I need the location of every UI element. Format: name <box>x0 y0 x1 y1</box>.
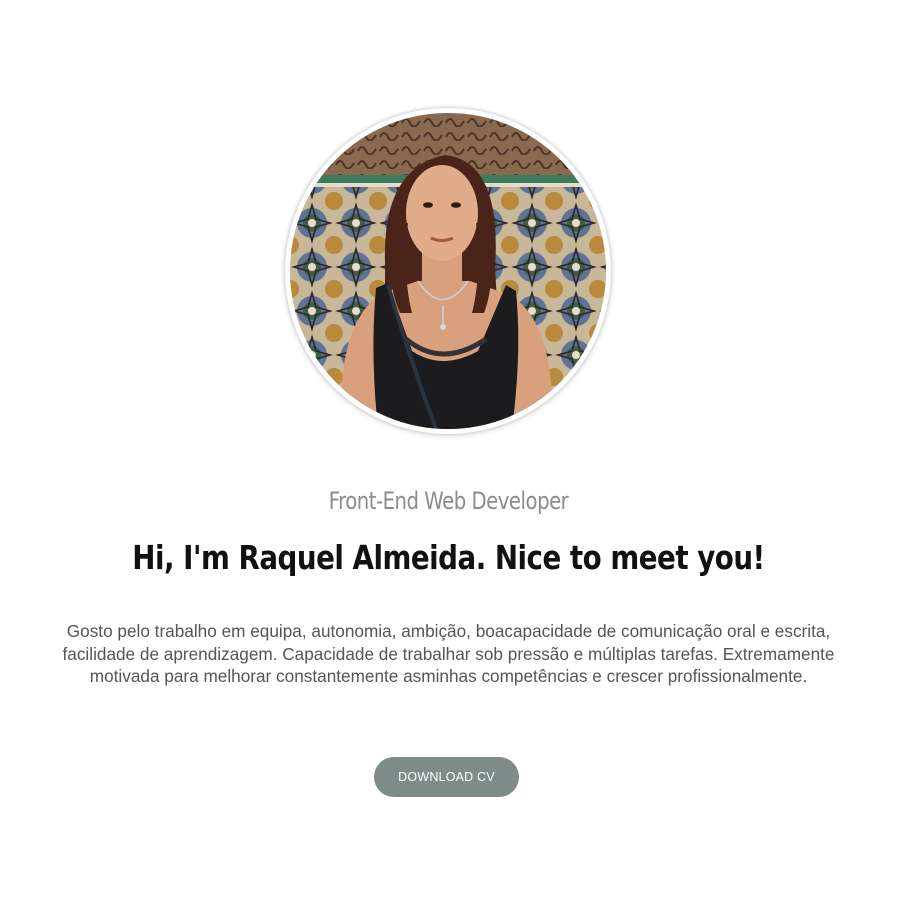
role-subtitle: Front-End Web Developer <box>328 487 569 515</box>
avatar-frame <box>285 108 611 434</box>
download-cv-button[interactable]: DOWNLOAD CV <box>374 757 519 797</box>
hero-section: Front-End Web Developer Hi, I'm Raquel A… <box>0 0 897 897</box>
greeting-heading: Hi, I'm Raquel Almeida. Nice to meet you… <box>132 538 765 577</box>
avatar <box>290 113 606 429</box>
bio-paragraph: Gosto pelo trabalho em equipa, autonomia… <box>62 621 835 686</box>
